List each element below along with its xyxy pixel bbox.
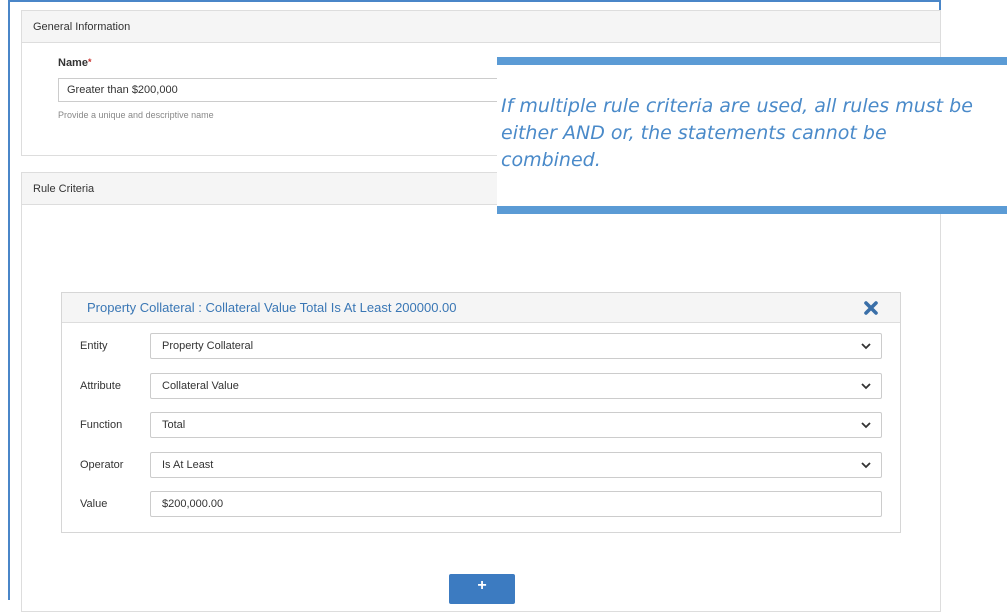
attribute-value: Collateral Value — [162, 380, 239, 392]
function-label: Function — [80, 419, 123, 431]
callout-text: If multiple rule criteria are used, all … — [501, 95, 973, 171]
info-callout: If multiple rule criteria are used, all … — [497, 57, 1007, 214]
value-row: Value $200,000.00 — [62, 491, 900, 517]
chevron-down-icon — [861, 383, 871, 390]
remove-criteria-button[interactable] — [862, 299, 880, 317]
name-label-text: Name — [58, 57, 88, 69]
plus-icon: + — [477, 577, 487, 594]
general-information-header: General Information — [22, 11, 940, 43]
operator-label: Operator — [80, 459, 124, 471]
entity-select[interactable]: Property Collateral — [150, 333, 882, 359]
close-icon — [864, 301, 878, 315]
function-row: Function Total — [62, 412, 900, 438]
attribute-row: Attribute Collateral Value — [62, 373, 900, 399]
attribute-label: Attribute — [80, 380, 121, 392]
name-input[interactable]: Greater than $200,000 — [58, 78, 518, 102]
function-value: Total — [162, 419, 186, 431]
chevron-down-icon — [861, 462, 871, 469]
required-marker: * — [87, 57, 92, 67]
chevron-down-icon — [861, 422, 871, 429]
name-label: Name* — [58, 57, 91, 69]
entity-label: Entity — [80, 340, 108, 352]
value-input[interactable]: $200,000.00 — [150, 491, 882, 517]
operator-select[interactable]: Is At Least — [150, 452, 882, 478]
value-label: Value — [80, 498, 108, 510]
operator-row: Operator Is At Least — [62, 452, 900, 478]
criteria-title: Property Collateral : Collateral Value T… — [87, 300, 457, 315]
name-help-text: Provide a unique and descriptive name — [58, 110, 214, 120]
attribute-select[interactable]: Collateral Value — [150, 373, 882, 399]
criteria-card-header: Property Collateral : Collateral Value T… — [62, 293, 900, 323]
chevron-down-icon — [861, 343, 871, 350]
operator-value: Is At Least — [162, 459, 214, 471]
function-select[interactable]: Total — [150, 412, 882, 438]
entity-value: Property Collateral — [162, 340, 254, 352]
criteria-card: Property Collateral : Collateral Value T… — [61, 292, 901, 533]
entity-row: Entity Property Collateral — [62, 333, 900, 359]
